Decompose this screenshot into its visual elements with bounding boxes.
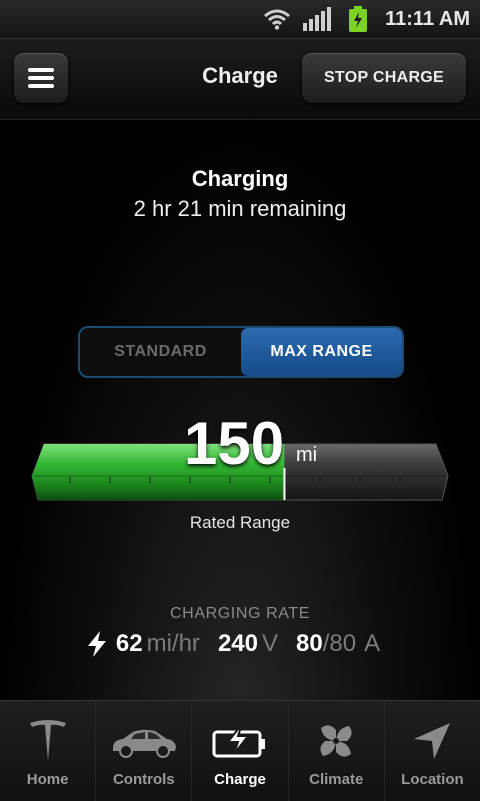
fan-icon <box>320 725 352 757</box>
signal-icon <box>303 7 332 31</box>
voltage-unit: V <box>261 630 278 657</box>
status-icons: 11:11 AM <box>263 5 470 33</box>
nav-climate[interactable]: Climate <box>289 701 385 801</box>
rated-range-label: Rated Range <box>189 513 291 532</box>
max-range-option[interactable]: MAX RANGE <box>241 328 402 376</box>
nav-controls[interactable]: Controls <box>96 701 193 801</box>
nav-label-controls: Controls <box>112 771 175 788</box>
nav-home[interactable]: Home <box>0 701 97 801</box>
status-bar: 11:11 AM <box>0 0 480 39</box>
range-value: 150 <box>184 410 285 477</box>
nav-label-location: Location <box>401 771 464 788</box>
charging-rate-values: 62 mi/hr 240 V 80 /80 A <box>0 630 480 658</box>
nav-label-home: Home <box>26 771 69 788</box>
nav-location[interactable]: Location <box>385 701 480 801</box>
current-unit: A <box>364 630 381 657</box>
charge-speed-unit: mi/hr <box>146 630 200 657</box>
battery-status-icon <box>349 6 368 32</box>
charging-rate-title: CHARGING RATE <box>170 605 310 622</box>
lightning-icon <box>87 631 106 657</box>
current-value: 80 <box>296 630 323 657</box>
bottom-nav: Home Controls Charge Climate Location <box>0 700 480 801</box>
nav-label-charge: Charge <box>214 771 266 788</box>
stop-charge-button[interactable]: STOP CHARGE <box>302 53 466 103</box>
clock: 11:11 AM <box>385 7 470 30</box>
range-unit: mi <box>296 444 318 466</box>
current-max: /80 <box>322 630 357 657</box>
time-remaining: 2 hr 21 min remaining <box>133 196 347 221</box>
nav-label-climate: Climate <box>309 771 364 788</box>
standard-option[interactable]: STANDARD <box>80 328 241 376</box>
charging-status-title: Charging <box>191 166 289 191</box>
battery-charge-icon <box>212 724 265 758</box>
voltage-value: 240 <box>217 630 258 657</box>
charge-speed-value: 62 <box>115 630 143 657</box>
header: Charge STOP CHARGE <box>0 39 480 120</box>
car-icon <box>112 729 176 758</box>
nav-charge[interactable]: Charge <box>192 701 289 801</box>
location-arrow-icon <box>414 723 451 759</box>
tesla-logo-icon <box>29 720 66 761</box>
wifi-icon <box>264 9 291 30</box>
charge-mode-toggle: STANDARD MAX RANGE <box>78 326 404 378</box>
